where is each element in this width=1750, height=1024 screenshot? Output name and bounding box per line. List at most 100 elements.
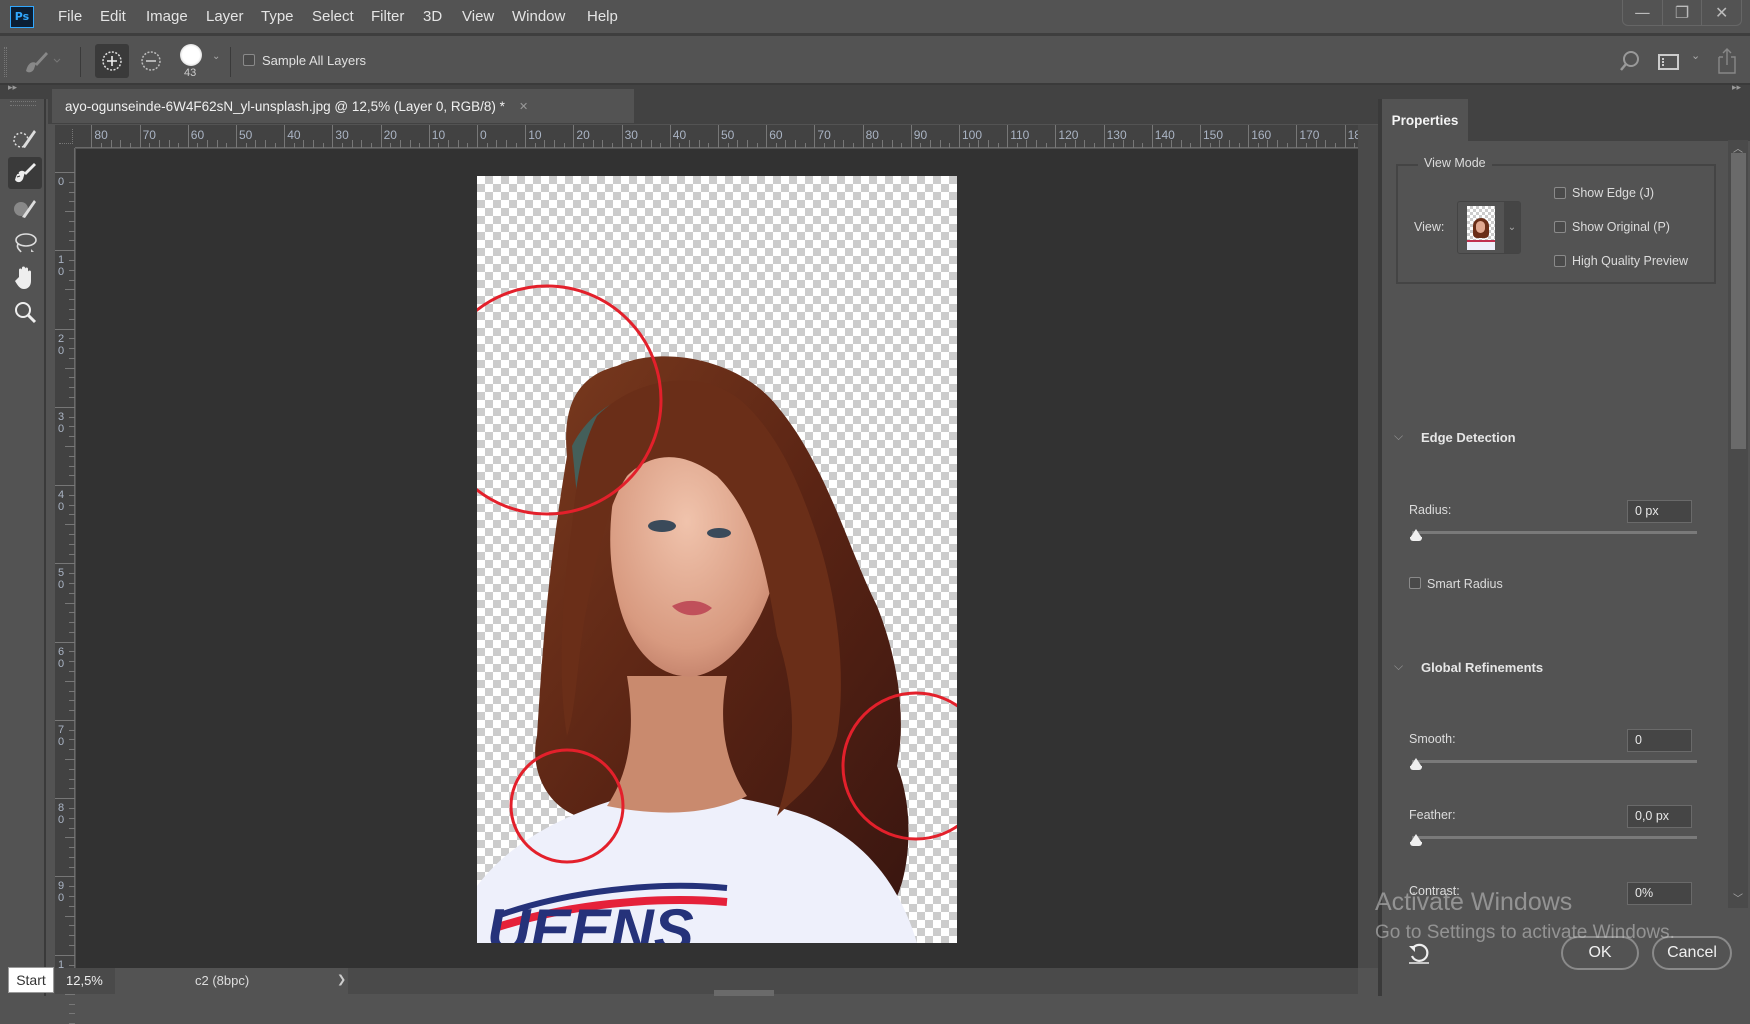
ruler-label: 50 [239, 128, 253, 142]
close-icon: ✕ [1714, 3, 1729, 22]
menu-select[interactable]: Select [312, 8, 354, 25]
ruler-label: 40 [58, 489, 65, 514]
ruler-minor-tick [101, 143, 103, 148]
menu-view[interactable]: View [462, 8, 494, 25]
ruler-minor-tick [737, 140, 739, 148]
smooth-input[interactable]: 0 [1627, 729, 1692, 752]
workspace-button[interactable] [1658, 54, 1679, 70]
document-vertical-scroll[interactable] [1358, 125, 1380, 968]
feather-slider-track[interactable] [1412, 836, 1697, 839]
ruler-minor-tick [69, 905, 75, 907]
close-document-icon[interactable]: ✕ [519, 100, 528, 113]
ruler-label: 0 [58, 176, 65, 188]
ruler-minor-tick [69, 573, 75, 575]
document-tab[interactable]: ayo-ogunseinde-6W4F62sN_yl-unsplash.jpg … [52, 89, 634, 123]
radius-slider-thumb[interactable] [1410, 529, 1422, 541]
show-original-checkbox[interactable] [1554, 221, 1566, 233]
horizontal-scroll-thumb[interactable] [714, 990, 774, 996]
share-button[interactable] [1716, 47, 1738, 79]
restore-button[interactable]: ❐ [1661, 0, 1702, 25]
sample-all-layers-checkbox[interactable] [243, 54, 255, 66]
properties-scroll-thumb[interactable] [1731, 153, 1746, 449]
brush-dropdown-chevron-icon[interactable]: ⌄ [212, 51, 220, 62]
ruler-minor-tick [467, 143, 469, 148]
reset-button[interactable] [1407, 941, 1431, 969]
high-quality-preview-checkbox[interactable] [1554, 255, 1566, 267]
zoom-level[interactable]: 12,5% [66, 973, 103, 988]
menu-help[interactable]: Help [587, 8, 618, 25]
feather-slider-thumb[interactable] [1410, 834, 1422, 846]
minimize-button[interactable]: — [1623, 0, 1662, 25]
smooth-slider-track[interactable] [1412, 760, 1697, 763]
menu-type[interactable]: Type [261, 8, 294, 25]
ruler-label: 60 [58, 645, 65, 670]
vertical-ruler[interactable]: 0 10 20 30 40 50 60 70 80 90 1 [55, 148, 75, 1024]
zoom-tool[interactable] [8, 297, 42, 329]
feather-input[interactable]: 0,0 px [1627, 805, 1692, 828]
document-canvas[interactable]: UEENS [477, 176, 957, 943]
tool-preset-picker[interactable] [22, 49, 62, 79]
hand-tool[interactable] [8, 262, 42, 294]
options-grip[interactable] [4, 47, 7, 77]
edge-detection-chevron-icon[interactable]: ⌵ [1394, 429, 1403, 444]
smooth-slider-thumb[interactable] [1410, 758, 1422, 770]
annotation-circle-bottom-left [509, 748, 625, 864]
tab-properties[interactable]: Properties [1382, 99, 1468, 141]
lasso-tool[interactable] [8, 227, 42, 259]
ruler-origin[interactable] [55, 125, 75, 148]
menu-edit[interactable]: Edit [100, 8, 126, 25]
menu-filter[interactable]: Filter [371, 8, 404, 25]
ruler-minor-tick [69, 866, 75, 868]
smart-radius-checkbox[interactable] [1409, 577, 1421, 589]
expand-toolbar-icon[interactable]: ▸▸ [8, 83, 17, 93]
ruler-minor-tick [592, 140, 594, 148]
ruler-minor-tick [69, 377, 75, 379]
menu-image[interactable]: Image [146, 8, 188, 25]
ruler-minor-tick [939, 140, 941, 148]
brush-tool[interactable] [8, 192, 42, 224]
edge-detection-title[interactable]: Edge Detection [1421, 430, 1516, 445]
ruler-minor-tick [178, 143, 180, 148]
scroll-down-icon[interactable]: ﹀ [1733, 890, 1743, 905]
quick-selection-tool[interactable] [8, 122, 42, 154]
radius-input[interactable]: 0 px [1627, 500, 1692, 523]
show-edge-label: Show Edge (J) [1572, 186, 1654, 200]
global-refinements-title[interactable]: Global Refinements [1421, 660, 1543, 675]
brush-preview-icon[interactable] [180, 44, 202, 66]
ruler-minor-tick [65, 837, 75, 839]
ruler-minor-tick [69, 416, 75, 418]
view-mode-dropdown[interactable]: ⌄ [1457, 201, 1521, 254]
menu-file[interactable]: File [58, 8, 82, 25]
show-edge-checkbox[interactable] [1554, 187, 1566, 199]
menu-layer[interactable]: Layer [206, 8, 244, 25]
refine-edge-brush-tool[interactable] [8, 157, 42, 189]
close-window-button[interactable]: ✕ [1701, 0, 1741, 25]
ruler-minor-tick [197, 143, 199, 148]
ruler-minor-tick [1093, 143, 1095, 148]
ruler-major-tick [1055, 125, 1057, 148]
global-refinements-chevron-icon[interactable]: ⌵ [1394, 659, 1403, 674]
ruler-minor-tick [1113, 143, 1115, 148]
toolbar-grip[interactable] [10, 101, 36, 106]
ruler-minor-tick [69, 230, 75, 232]
info-arrow-icon[interactable]: ❯ [337, 973, 346, 986]
menu-bar: Ps File Edit Image Layer Type Select Fil… [0, 0, 1750, 36]
ruler-major-tick [910, 125, 912, 148]
ruler-minor-tick [69, 886, 75, 888]
menu-window[interactable]: Window [512, 8, 565, 25]
horizontal-ruler[interactable]: 80 70 60 50 40 30 20 10 0 10 20 30 40 50 60 70 80 90 100 11… [55, 125, 1385, 148]
workspace-chevron-icon[interactable]: ⌄ [1691, 49, 1700, 62]
ruler-minor-tick [1045, 143, 1047, 148]
menu-3d[interactable]: 3D [423, 8, 442, 25]
search-button[interactable] [1618, 49, 1642, 77]
subtract-from-selection-button[interactable] [134, 44, 168, 78]
contrast-input[interactable]: 0% [1627, 882, 1692, 905]
radius-slider-track[interactable] [1412, 531, 1697, 534]
hand-icon [15, 266, 31, 289]
ruler-minor-tick [708, 143, 710, 148]
expand-panels-icon[interactable]: ▸▸ [1732, 83, 1741, 93]
add-to-selection-button[interactable] [95, 44, 129, 78]
ruler-minor-tick [843, 140, 845, 148]
ruler-minor-tick [65, 211, 75, 213]
document-info[interactable]: c2 (8bpc) ❯ [115, 968, 348, 994]
